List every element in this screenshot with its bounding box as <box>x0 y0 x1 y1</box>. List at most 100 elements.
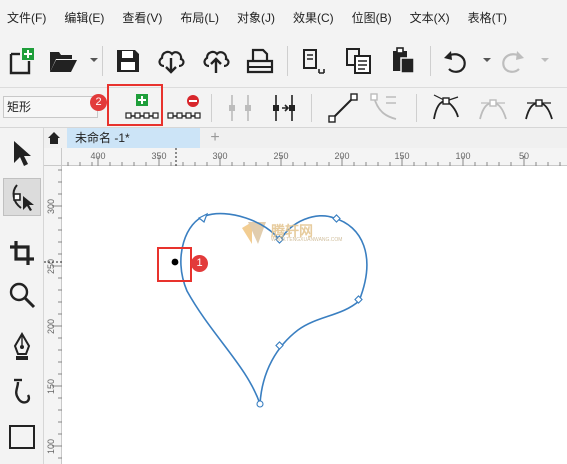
new-document-button[interactable] <box>4 44 38 78</box>
pick-tool[interactable] <box>3 134 41 172</box>
toolbar-separator <box>287 46 288 76</box>
to-line-icon <box>328 93 358 123</box>
rectangle-tool-icon <box>9 425 35 449</box>
menu-bitmaps[interactable]: 位图(B) <box>343 6 401 30</box>
ruler-label: 400 <box>90 151 106 161</box>
cloud-download-button[interactable] <box>154 44 188 78</box>
redo-dropdown-arrow[interactable] <box>541 58 549 62</box>
break-curve-button[interactable] <box>263 90 303 126</box>
end-node <box>256 400 264 408</box>
propbar-separator <box>311 94 312 122</box>
menu-view[interactable]: 查看(V) <box>113 6 171 30</box>
cloud-upload-icon <box>203 50 230 73</box>
selection-mode-select[interactable]: 矩形 <box>3 96 98 118</box>
home-tab[interactable] <box>44 128 64 148</box>
menu-effects[interactable]: 效果(C) <box>284 6 343 30</box>
tab-document[interactable]: 未命名 -1* <box>67 128 200 148</box>
save-button[interactable] <box>111 44 145 78</box>
open-folder-icon <box>50 52 77 72</box>
ruler-label: 150 <box>46 378 56 394</box>
print-icon <box>246 48 274 74</box>
ruler-corner[interactable] <box>44 148 62 166</box>
menu-layout[interactable]: 布局(L) <box>171 6 228 30</box>
redo-button[interactable] <box>496 44 530 78</box>
curve-node <box>332 214 341 223</box>
ruler-label: 300 <box>46 198 56 214</box>
property-bar: 矩形 2 <box>0 84 567 128</box>
horizontal-ruler[interactable]: 400 350 300 250 200 150 100 50 <box>62 148 567 166</box>
zoom-tool[interactable] <box>3 276 41 314</box>
ruler-label: 250 <box>273 151 289 161</box>
clipboard-icon <box>393 47 415 74</box>
ruler-label: 200 <box>46 318 56 334</box>
ruler-label: 50 <box>518 151 530 161</box>
symmetrical-node-button[interactable] <box>519 90 559 126</box>
undo-dropdown-arrow[interactable] <box>483 58 491 62</box>
pen-tool-icon <box>13 332 31 360</box>
open-button[interactable] <box>46 44 80 78</box>
drawing-canvas[interactable]: 腾轩网 WWW.TENGXUANWANG.COM 1 <box>62 166 567 464</box>
point-highlight <box>157 247 192 282</box>
menu-file[interactable]: 文件(F) <box>0 6 55 30</box>
symmetrical-node-icon <box>525 99 553 120</box>
cusp-node-icon <box>433 94 459 120</box>
toolbox <box>0 128 44 464</box>
open-dropdown-arrow[interactable] <box>90 58 98 62</box>
print-button[interactable] <box>243 44 277 78</box>
new-document-icon <box>9 48 34 75</box>
cusp-node-button[interactable] <box>426 90 466 126</box>
canvas-drawing <box>171 212 368 408</box>
home-icon <box>48 132 60 144</box>
ruler-label: 200 <box>334 151 350 161</box>
pick-tool-icon <box>14 141 31 166</box>
start-node-marker <box>197 212 209 223</box>
cloud-upload-button[interactable] <box>199 44 233 78</box>
toolbar-separator <box>430 46 431 76</box>
ruler-label: 100 <box>455 151 471 161</box>
rectangle-tool[interactable] <box>3 418 41 456</box>
ruler-label: 250 <box>46 258 56 274</box>
ruler-label: 300 <box>212 151 228 161</box>
ruler-label: 350 <box>151 151 167 161</box>
curve-tool[interactable] <box>3 374 41 412</box>
shape-tool-icon <box>12 184 34 211</box>
add-node-highlight <box>107 84 163 126</box>
menu-edit[interactable]: 编辑(E) <box>55 6 113 30</box>
crop-tool[interactable] <box>3 234 41 272</box>
smooth-node-button[interactable] <box>473 90 513 126</box>
add-tab-button[interactable]: + <box>205 128 225 148</box>
toolbar-separator <box>102 46 103 76</box>
undo-button[interactable] <box>438 44 472 78</box>
standard-toolbar <box>0 36 567 88</box>
save-icon <box>117 50 139 72</box>
ruler-label: 150 <box>394 151 410 161</box>
step-badge-2: 2 <box>90 94 107 111</box>
to-line-button[interactable] <box>323 90 363 126</box>
vertical-ruler[interactable]: 300 250 200 150 100 <box>44 166 62 464</box>
to-curve-button[interactable] <box>366 90 406 126</box>
pen-tool[interactable] <box>3 328 41 366</box>
smooth-node-icon <box>479 99 507 120</box>
menu-text[interactable]: 文本(X) <box>401 6 459 30</box>
menu-bar: 文件(F) 编辑(E) 查看(V) 布局(L) 对象(J) 效果(C) 位图(B… <box>0 0 567 36</box>
curve-tool-icon <box>14 378 31 404</box>
delete-node-button[interactable] <box>164 90 204 126</box>
propbar-separator <box>211 94 212 122</box>
copy-button[interactable] <box>297 44 331 78</box>
watermark-subtext: WWW.TENGXUANWANG.COM <box>271 237 343 243</box>
join-nodes-button[interactable] <box>220 90 260 126</box>
crop-tool-icon <box>10 241 34 265</box>
curve-node <box>275 341 284 350</box>
paste-button[interactable] <box>342 44 376 78</box>
clipboard-button[interactable] <box>386 44 420 78</box>
break-curve-icon <box>273 95 295 121</box>
copy-icon <box>303 49 325 74</box>
undo-icon <box>444 51 466 73</box>
menu-object[interactable]: 对象(J) <box>228 6 284 30</box>
propbar-separator <box>416 94 417 122</box>
to-curve-icon <box>370 93 397 120</box>
shape-tool[interactable] <box>3 178 41 216</box>
menu-table[interactable]: 表格(T) <box>459 6 516 30</box>
cloud-download-icon <box>158 50 185 74</box>
join-nodes-icon <box>229 95 251 121</box>
